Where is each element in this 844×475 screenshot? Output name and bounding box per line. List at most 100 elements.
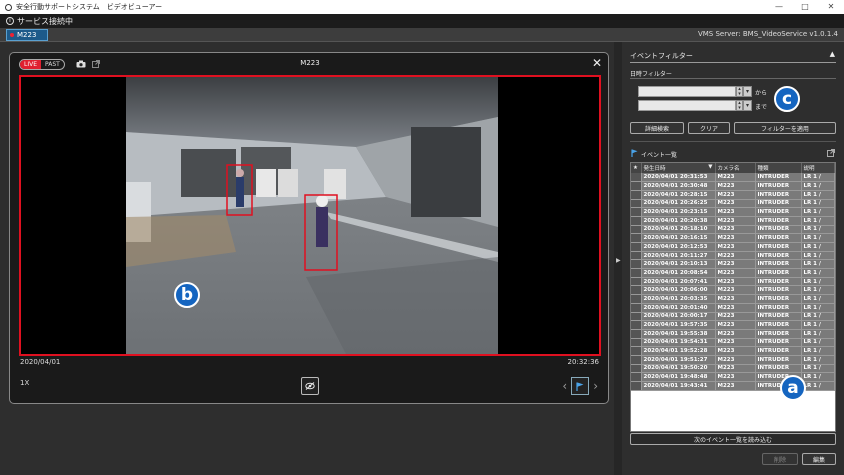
column-star[interactable]: ★ [631,163,642,173]
star-cell[interactable] [631,285,642,296]
event-row[interactable]: 2020/04/01 20:20:38 M223 INTRUDER LR 1 / [631,216,835,226]
from-calendar-dropdown[interactable]: ▾ [743,86,752,97]
star-cell[interactable] [631,259,642,270]
star-cell[interactable] [631,294,642,304]
star-cell[interactable] [631,346,642,356]
event-row[interactable]: 2020/04/01 20:01:40 M223 INTRUDER LR 1 / [631,303,835,313]
star-cell[interactable] [631,320,642,330]
event-row[interactable]: 2020/04/01 19:54:31 M223 INTRUDER LR 1 / [631,338,835,348]
star-cell[interactable] [631,372,642,382]
event-camera: M223 [715,364,756,374]
advanced-search-button[interactable]: 詳細検索 [630,122,684,134]
event-camera: M223 [715,346,756,356]
star-cell[interactable] [631,312,642,322]
chevron-right-icon[interactable]: › [593,379,598,393]
event-row[interactable]: 2020/04/01 20:16:15 M223 INTRUDER LR 1 / [631,233,835,243]
star-cell[interactable] [631,216,642,226]
star-cell[interactable] [631,364,642,374]
collapse-filter-icon[interactable]: ▲ [830,50,835,58]
privacy-mask-button[interactable] [301,377,319,395]
star-cell[interactable] [631,251,642,261]
event-flag-button[interactable] [571,377,590,395]
apply-filter-button[interactable]: フィルターを適用 [734,122,836,134]
event-row[interactable]: 2020/04/01 20:10:13 M223 INTRUDER LR 1 / [631,259,835,270]
chevron-left-icon[interactable]: ‹ [562,379,567,393]
event-row[interactable]: 2020/04/01 20:08:54 M223 INTRUDER LR 1 / [631,268,835,278]
load-next-events-button[interactable]: 次のイベント一覧を読み込む [630,433,836,445]
event-datetime: 2020/04/01 20:10:13 [641,259,716,270]
star-cell[interactable] [631,355,642,365]
star-cell[interactable] [631,268,642,278]
maximize-button[interactable]: □ [792,0,818,14]
event-row[interactable]: 2020/04/01 20:23:15 M223 INTRUDER LR 1 / [631,207,835,217]
event-row[interactable]: 2020/04/01 20:31:53 M223 INTRUDER LR 1 / [631,173,835,183]
event-type: INTRUDER [755,285,802,296]
star-cell[interactable] [631,242,642,252]
event-datetime: 2020/04/01 20:20:38 [641,216,716,226]
panel-splitter[interactable]: ▶ [614,42,622,475]
to-spin-buttons[interactable]: ▴ ▾ [736,100,743,111]
recording-dot-icon [10,33,14,37]
event-type: INTRUDER [755,329,802,339]
event-camera: M223 [715,338,756,348]
star-cell[interactable] [631,277,642,287]
clear-button[interactable]: クリア [688,122,730,134]
event-row[interactable]: 2020/04/01 19:55:38 M223 INTRUDER LR 1 / [631,329,835,339]
star-cell[interactable] [631,190,642,200]
star-cell[interactable] [631,181,642,191]
event-type: INTRUDER [755,338,802,348]
event-row[interactable]: 2020/04/01 20:07:41 M223 INTRUDER LR 1 / [631,277,835,287]
star-cell[interactable] [631,303,642,313]
to-datetime-field[interactable] [638,100,736,111]
to-calendar-dropdown[interactable]: ▾ [743,100,752,111]
star-cell[interactable] [631,381,642,391]
star-cell[interactable] [631,225,642,235]
video-frame[interactable] [19,75,601,356]
delete-button[interactable]: 削除 [762,453,798,465]
divider [630,141,836,142]
event-row[interactable]: 2020/04/01 20:12:53 M223 INTRUDER LR 1 / [631,242,835,252]
event-datetime: 2020/04/01 19:43:41 [641,381,716,391]
star-cell[interactable] [631,173,642,183]
event-row[interactable]: 2020/04/01 20:00:17 M223 INTRUDER LR 1 / [631,312,835,322]
event-row[interactable]: 2020/04/01 20:18:10 M223 INTRUDER LR 1 / [631,225,835,235]
close-viewer-button[interactable]: ✕ [592,56,602,70]
event-camera: M223 [715,233,756,243]
event-row[interactable]: 2020/04/01 20:26:25 M223 INTRUDER LR 1 / [631,199,835,209]
column-type[interactable]: 種類 [755,163,802,173]
event-description: LR 1 / [801,251,835,261]
camera-tab-bar: M223 VMS Server: BMS_VideoService v1.0.1… [0,28,844,42]
event-row[interactable]: 2020/04/01 19:50:20 M223 INTRUDER LR 1 / [631,364,835,374]
column-description[interactable]: 説明 [801,163,835,173]
minimize-button[interactable]: — [766,0,792,14]
window-title: 安全行動サポートシステム ビデオビューアー [16,3,163,11]
tab-camera[interactable]: M223 [6,29,48,41]
flag-icon [631,149,638,157]
callout-badge-c: c [774,86,800,112]
playback-speed[interactable]: 1X [20,379,29,387]
star-cell[interactable] [631,329,642,339]
event-row[interactable]: 2020/04/01 20:28:15 M223 INTRUDER LR 1 / [631,190,835,200]
edit-button[interactable]: 編集 [802,453,836,465]
close-window-button[interactable]: ✕ [818,0,844,14]
star-cell[interactable] [631,233,642,243]
event-row[interactable]: 2020/04/01 20:30:48 M223 INTRUDER LR 1 / [631,181,835,191]
star-cell[interactable] [631,199,642,209]
column-camera[interactable]: カメラ名 [715,163,756,173]
popout-icon[interactable] [827,149,835,157]
eye-slash-icon [305,382,315,390]
event-row[interactable]: 2020/04/01 19:57:35 M223 INTRUDER LR 1 / [631,320,835,330]
event-row[interactable]: 2020/04/01 20:03:35 M223 INTRUDER LR 1 / [631,294,835,304]
from-spin-buttons[interactable]: ▴ ▾ [736,86,743,97]
star-cell[interactable] [631,338,642,348]
star-cell[interactable] [631,207,642,217]
event-row[interactable]: 2020/04/01 20:11:27 M223 INTRUDER LR 1 / [631,251,835,261]
event-camera: M223 [715,372,756,382]
event-row[interactable]: 2020/04/01 19:51:27 M223 INTRUDER LR 1 / [631,355,835,365]
event-row[interactable]: 2020/04/01 20:06:00 M223 INTRUDER LR 1 / [631,285,835,296]
flag-icon [576,382,584,391]
event-type: INTRUDER [755,207,802,217]
from-datetime-field[interactable] [638,86,736,97]
event-row[interactable]: 2020/04/01 19:52:28 M223 INTRUDER LR 1 / [631,346,835,356]
column-datetime[interactable]: 発生日時 ▼ [641,163,716,173]
